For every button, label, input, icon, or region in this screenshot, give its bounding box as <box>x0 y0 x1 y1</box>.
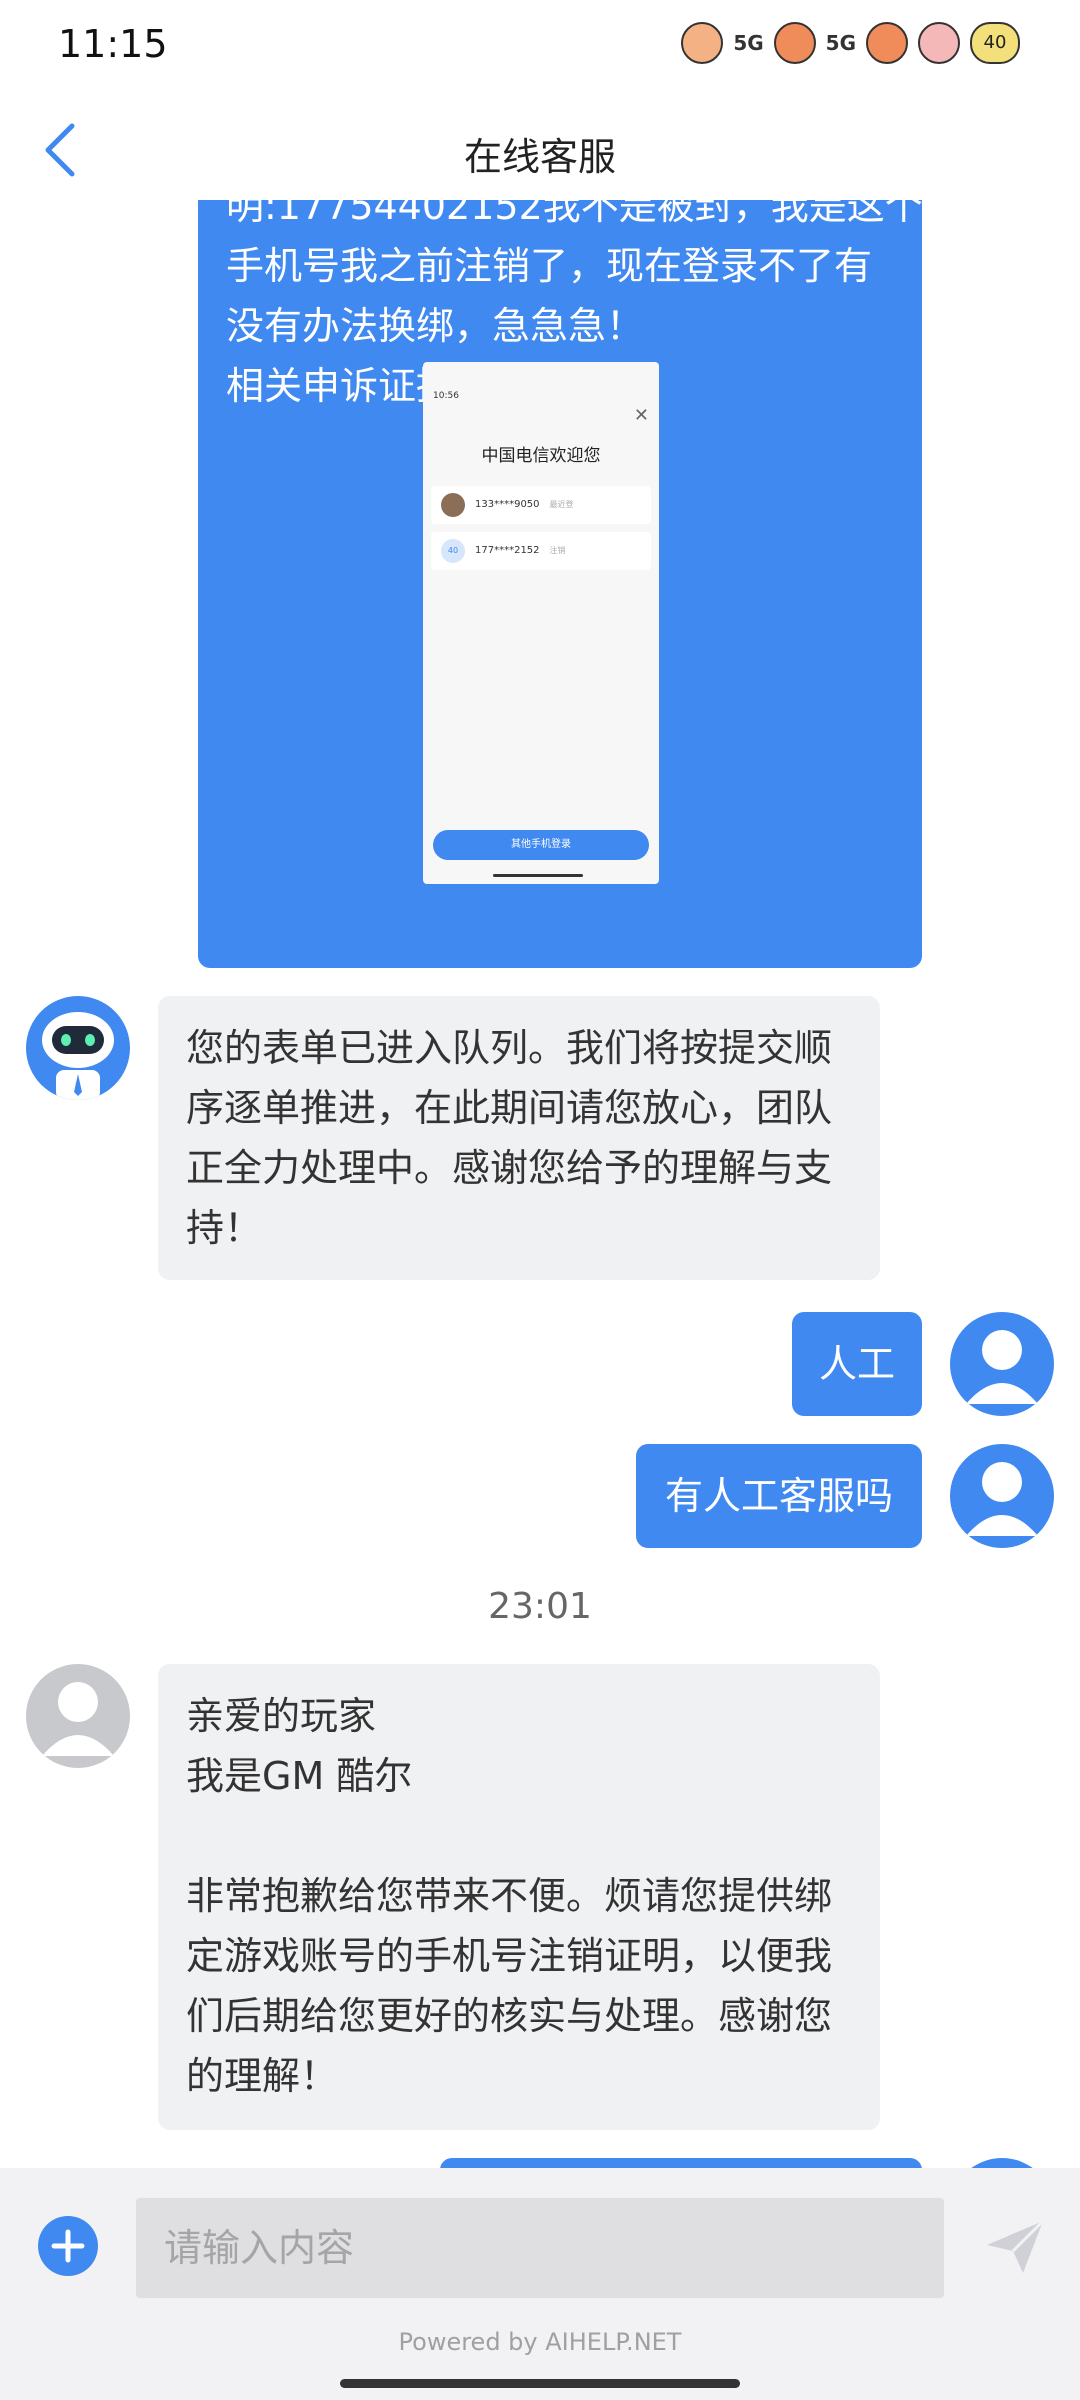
thumb-login-button: 其他手机登录 <box>433 830 649 860</box>
powered-by: Powered by AIHELP.NET <box>398 2328 682 2356</box>
message-line: 定游戏账号的手机号注销证明，以便我 <box>186 1934 833 1978</box>
message-line: 明:17754402152我不是被封，我是这个 <box>226 200 923 228</box>
sticker-icon <box>866 22 908 64</box>
thumb-number: 177****2152 <box>475 545 540 556</box>
message-line: 没有办法换绑，急急急！ <box>226 304 645 348</box>
message-line: 序逐单推进，在此期间请您放心，团队 <box>186 1086 833 1130</box>
message-line: 的理解！ <box>186 2054 339 2098</box>
status-icons: 5G 5G 40 <box>681 22 1020 64</box>
message-line: 正全力处理中。感谢您给予的理解与支 <box>186 1146 833 1190</box>
message-line: 您的表单已进入队列。我们将按提交顺 <box>186 1026 833 1070</box>
thumb-account-row: 40 177****2152 注销 <box>431 532 651 570</box>
signal-icon: 5G <box>825 31 856 55</box>
user-message[interactable]: 有人工客服吗 <box>636 1444 922 1548</box>
avatar <box>441 493 465 517</box>
battery-icon: 40 <box>970 22 1020 64</box>
message-line <box>186 1806 832 1866</box>
message-line: 非常抱歉给您带来不便。烦请您提供绑 <box>186 1874 833 1918</box>
message-line: 亲爱的玩家 <box>186 1694 377 1738</box>
user-icon <box>42 1682 114 1756</box>
chat-list[interactable]: 明:17754402152我不是被封，我是这个 手机号我之前注销了，现在登录不了… <box>0 200 1080 2168</box>
thumb-home-bar <box>493 874 583 877</box>
user-avatar <box>950 1312 1054 1416</box>
plus-icon <box>51 2229 85 2263</box>
gm-message[interactable]: 亲爱的玩家 我是GM 酷尔 非常抱歉给您带来不便。烦请您提供绑 定游戏账号的手机… <box>158 1664 880 2130</box>
status-time: 11:15 <box>58 22 168 66</box>
message-line: 我是GM 酷尔 <box>186 1754 413 1798</box>
user-message[interactable]: 人工 <box>792 1312 922 1416</box>
evidence-screenshot[interactable]: 10:56 ✕ 中国电信欢迎您 编辑 133****9050 最近登 40 17… <box>423 362 659 884</box>
user-icon <box>966 1330 1038 1404</box>
sticker-icon <box>773 22 816 64</box>
send-button[interactable] <box>980 2212 1050 2282</box>
home-indicator <box>340 2379 740 2388</box>
user-icon <box>966 1462 1038 1536</box>
header: 在线客服 <box>0 100 1080 200</box>
bot-message[interactable]: 您的表单已进入队列。我们将按提交顺 序逐单推进，在此期间请您放心，团队 正全力处… <box>158 996 880 1280</box>
signal-icon: 5G <box>733 31 764 55</box>
thumb-time: 10:56 <box>433 391 459 401</box>
add-attachment-button[interactable] <box>38 2216 98 2276</box>
page-title: 在线客服 <box>463 135 616 179</box>
input-area: Powered by AIHELP.NET <box>0 2168 1080 2400</box>
message-line: 手机号我之前注销了，现在登录不了有 <box>226 244 873 288</box>
bot-avatar <box>26 996 130 1100</box>
user-avatar <box>950 2158 1054 2168</box>
robot-icon <box>42 1012 114 1100</box>
avatar: 40 <box>441 539 465 563</box>
message-input[interactable] <box>136 2198 944 2298</box>
time-separator: 23:01 <box>488 1586 592 1627</box>
user-message-partial[interactable] <box>440 2158 922 2168</box>
user-form-message[interactable]: 明:17754402152我不是被封，我是这个 手机号我之前注销了，现在登录不了… <box>198 200 923 968</box>
wifi-sticker-icon <box>918 22 960 64</box>
send-icon <box>987 2219 1045 2273</box>
thumb-tag: 注销 <box>549 546 566 555</box>
thumb-title: 中国电信欢迎您 <box>481 446 601 466</box>
gm-avatar <box>26 1664 130 1768</box>
message-line: 们后期给您更好的核实与处理。感谢您 <box>186 1994 833 2038</box>
thumb-account-row: 133****9050 最近登 <box>431 486 651 524</box>
status-bar: 11:15 5G 5G 40 <box>0 0 1080 100</box>
message-line: 持！ <box>186 1206 263 1250</box>
user-avatar <box>950 1444 1054 1548</box>
sticker-icon <box>681 22 724 64</box>
